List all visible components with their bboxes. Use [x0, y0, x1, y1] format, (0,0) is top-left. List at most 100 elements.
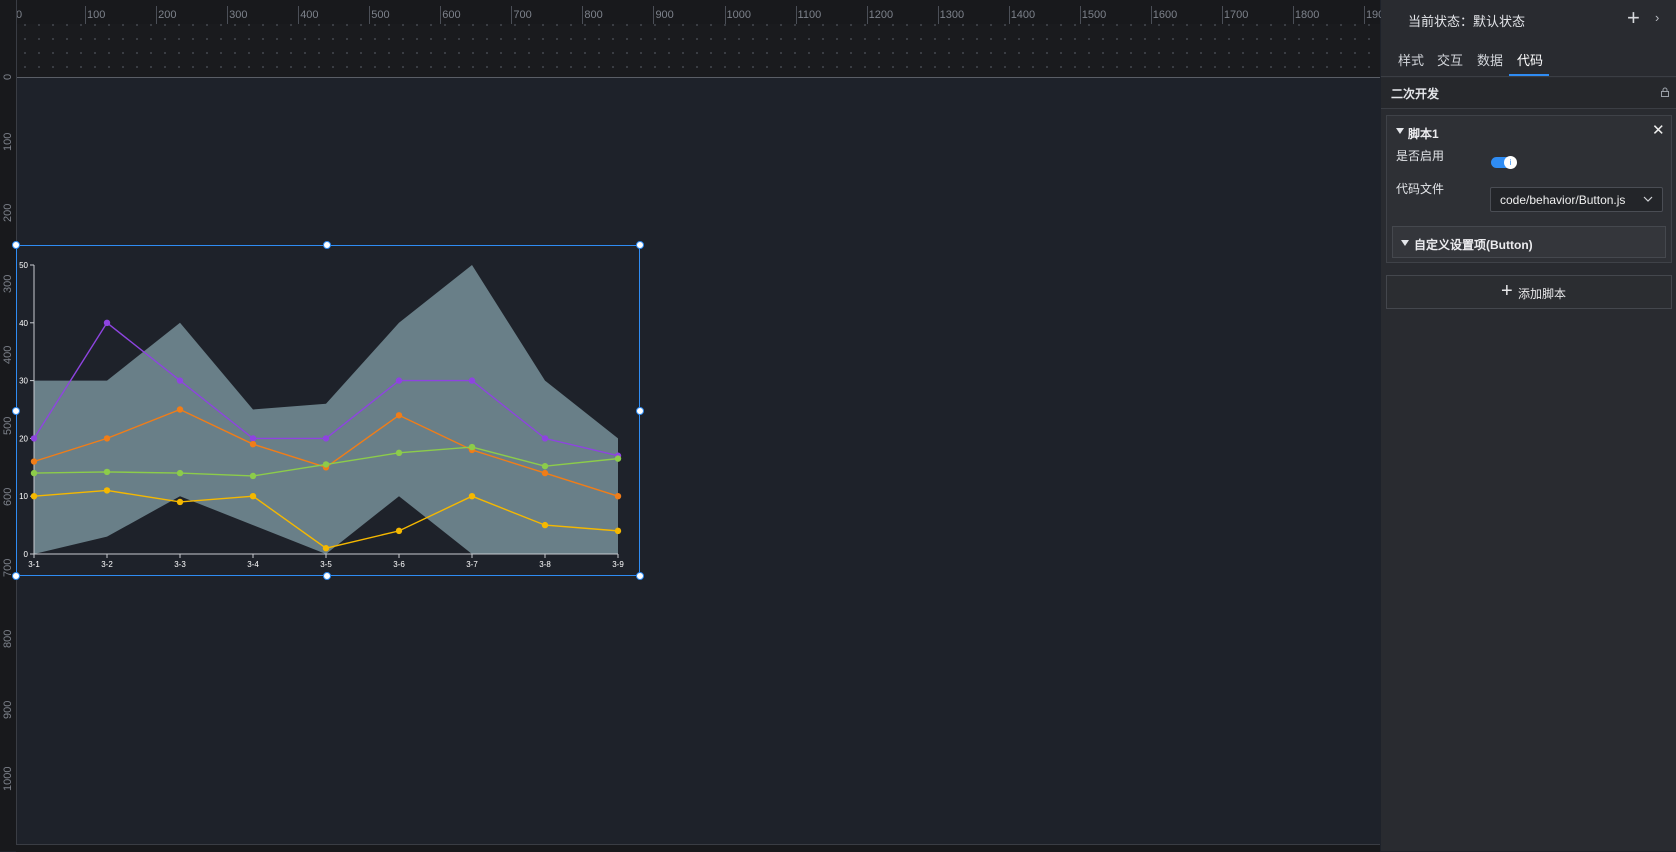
data-point	[103, 319, 111, 326]
ruler-tick	[724, 6, 726, 24]
resize-handle-bottom[interactable]	[323, 572, 331, 580]
data-point	[541, 435, 549, 442]
close-icon[interactable]: ✕	[1652, 121, 1665, 139]
x-tick-label: 3-3	[174, 560, 186, 569]
ruler-label: 1700	[1223, 9, 1249, 21]
ruler-tick	[85, 6, 87, 24]
resize-handle-left[interactable]	[12, 407, 20, 415]
ruler-tick	[1292, 6, 1294, 24]
add-script-button[interactable]: + 添加脚本	[1386, 275, 1672, 309]
ruler-label: 100	[87, 9, 106, 21]
data-point	[176, 377, 184, 384]
x-tick-label: 3-1	[28, 560, 40, 569]
caret-down-icon[interactable]	[1396, 128, 1404, 134]
data-point	[30, 469, 38, 477]
data-point	[541, 469, 549, 477]
ruler-label: 1000	[726, 9, 751, 21]
data-point	[541, 462, 549, 470]
data-point	[468, 493, 476, 500]
y-tick-label: 10	[19, 492, 28, 501]
active-tab-indicator	[1509, 74, 1549, 76]
data-point	[395, 377, 403, 384]
code-file-label: 代码文件	[1396, 182, 1445, 196]
x-tick-label: 3-9	[612, 560, 624, 569]
ruler-tick	[582, 6, 584, 24]
tab-data[interactable]: 数据	[1477, 50, 1503, 69]
data-point	[322, 545, 330, 552]
area-band-layer	[34, 265, 618, 554]
ruler-label: 1300	[939, 9, 965, 21]
ruler-label: 800	[584, 9, 603, 21]
current-state-label[interactable]: 当前状态：默认状态	[1408, 11, 1525, 30]
ruler-tick	[227, 6, 229, 24]
y-tick-label: 50	[19, 261, 28, 270]
ruler-label: 200	[2, 203, 14, 223]
caret-down-icon	[1401, 240, 1409, 246]
resize-handle-top-left[interactable]	[12, 241, 20, 249]
data-point	[103, 468, 111, 476]
resize-handle-top-right[interactable]	[636, 241, 644, 249]
resize-handle-bottom-right[interactable]	[636, 572, 644, 580]
custom-settings-title: 自定义设置项(Button)	[1414, 238, 1533, 252]
panel-tabs: 样式 交互 数据 代码	[1381, 44, 1676, 77]
chevron-right-icon[interactable]: ›	[1655, 10, 1659, 25]
custom-settings-group[interactable]: 自定义设置项(Button)	[1392, 226, 1666, 258]
plus-icon[interactable]: +	[1627, 6, 1640, 30]
x-tick-label: 3-2	[101, 560, 113, 569]
x-tick-label: 3-8	[539, 560, 551, 569]
data-point	[468, 377, 476, 384]
data-point	[176, 406, 184, 413]
data-point	[614, 493, 622, 500]
data-point	[395, 412, 403, 419]
script-card: 脚本1 ✕ 是否启用 i 代码文件 code/behavior/Button.j…	[1386, 115, 1672, 263]
horizontal-ruler: 0 100 200 300 400 500 600 700 800 900 1000 1100 1200…	[0, 0, 1390, 78]
section-title: 二次开发	[1391, 87, 1440, 101]
script-title[interactable]: 脚本1	[1408, 125, 1439, 142]
data-point	[322, 461, 330, 468]
lock-icon[interactable]	[1660, 87, 1670, 97]
chart-component[interactable]: 0 10 20 30 40 50 3-1 3-2 3-3 3-4 3-5 3-6 3-7 3-8 3-9	[16, 245, 640, 577]
ruler-label: 700	[513, 9, 532, 21]
ruler-label: 800	[2, 630, 14, 649]
x-tick-label: 3-7	[466, 560, 478, 569]
vertical-ruler: 0 100 200 300 400 500 600 700 800 900 1000	[0, 0, 17, 851]
ruler-tick	[937, 6, 939, 24]
ruler-label: 400	[300, 9, 319, 21]
ruler-tick	[440, 6, 442, 24]
panel-header: 当前状态：默认状态 + ›	[1381, 0, 1676, 38]
area-band	[34, 265, 618, 554]
ruler-label: 200	[158, 9, 177, 21]
enable-toggle[interactable]: i	[1491, 156, 1517, 169]
ruler-tick	[298, 6, 300, 24]
data-point	[249, 493, 257, 500]
ruler-label: 1100	[797, 9, 822, 21]
ruler-label: 1200	[868, 9, 894, 21]
ruler-tick	[866, 6, 868, 24]
code-file-select[interactable]: code/behavior/Button.js	[1490, 187, 1663, 212]
data-point	[103, 435, 111, 442]
data-point	[322, 435, 330, 442]
data-point	[176, 469, 184, 477]
ruler-label: 1600	[1152, 9, 1178, 21]
ruler-label: 600	[442, 9, 461, 21]
chevron-down-icon	[1643, 196, 1653, 202]
ruler-label: 300	[2, 274, 14, 294]
tab-style[interactable]: 样式	[1398, 50, 1424, 69]
toggle-knob: i	[1504, 156, 1517, 169]
y-tick-label: 40	[19, 319, 28, 328]
data-point	[614, 455, 622, 462]
data-point	[614, 527, 622, 535]
resize-handle-top[interactable]	[323, 241, 331, 249]
tab-interaction[interactable]: 交互	[1437, 50, 1463, 69]
x-tick-label: 3-6	[393, 560, 405, 569]
ruler-tick	[795, 6, 797, 24]
resize-handle-bottom-left[interactable]	[12, 572, 20, 580]
data-point	[249, 435, 257, 442]
ruler-label: 1400	[1010, 9, 1036, 21]
ruler-tick	[653, 6, 655, 24]
resize-handle-right[interactable]	[636, 407, 644, 415]
tab-code[interactable]: 代码	[1517, 50, 1543, 69]
ruler-label: 0	[2, 73, 14, 80]
data-point	[395, 527, 403, 535]
data-point	[249, 440, 257, 448]
